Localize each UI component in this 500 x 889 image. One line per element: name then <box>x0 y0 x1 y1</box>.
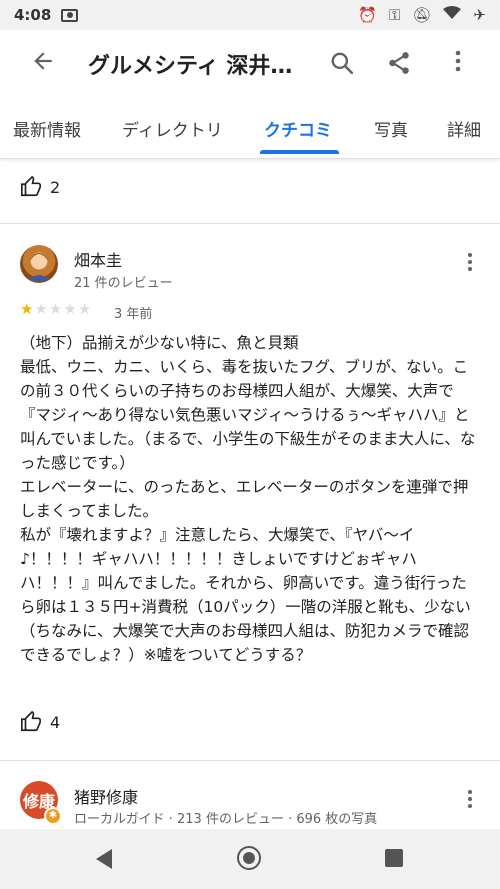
star-empty-icon: ★ <box>48 300 64 318</box>
review-more-icon[interactable] <box>464 788 476 816</box>
status-time: 4:08 <box>14 6 52 24</box>
reviewer-name[interactable]: 畑本圭 <box>74 247 122 271</box>
star-filled-icon: ★ <box>20 300 35 318</box>
local-guide-badge-icon: ✱ <box>44 807 62 825</box>
reviewer-meta: ローカルガイド · 213 件のレビュー · 696 枚の写真 <box>74 812 378 827</box>
like-count: 4 <box>50 712 61 732</box>
tab-updates[interactable]: 最新情報 <box>13 116 81 141</box>
place-title: グルメシティ 深井駅店 <box>88 54 308 79</box>
screen-record-icon <box>61 8 79 22</box>
back-arrow-icon[interactable] <box>30 48 56 79</box>
like-count: 2 <box>50 177 61 197</box>
tab-directory[interactable]: ディレクトリ <box>122 116 223 141</box>
reviewer-meta: 21 件のレビュー <box>74 276 173 291</box>
star-empty-icon: ★ <box>77 300 93 318</box>
airplane-icon: ✈ <box>473 6 486 24</box>
search-icon[interactable] <box>329 50 355 80</box>
like-button[interactable]: 2 <box>20 176 60 198</box>
nav-recents-icon[interactable] <box>385 849 403 867</box>
divider <box>0 760 500 761</box>
star-empty-icon: ★ <box>34 300 49 318</box>
tab-bar: 最新情報 ディレクトリ クチコミ 写真 詳細 <box>0 96 500 159</box>
nav-back-icon[interactable] <box>96 849 112 869</box>
more-vert-icon[interactable] <box>446 47 470 81</box>
thumb-up-icon <box>21 711 41 732</box>
avatar[interactable] <box>20 245 58 283</box>
nav-home-icon[interactable] <box>237 846 261 870</box>
share-icon[interactable] <box>386 50 412 80</box>
tab-active-indicator <box>260 150 339 154</box>
alarm-icon: ⏰ <box>358 6 377 24</box>
review-text: （地下）品揃えが少ない特に、魚と貝類 最低、ウニ、カニ、いくら、毒を抜いたフグ、… <box>20 334 476 664</box>
app-bar: グルメシティ 深井駅店 <box>0 30 500 96</box>
reviewer-name[interactable]: 猪野修康 <box>74 784 138 808</box>
star-rating: ★★★★★ <box>20 300 92 318</box>
mute-icon: 🔕︎ <box>412 6 432 24</box>
wifi-icon <box>443 6 462 24</box>
thumb-up-icon <box>21 176 41 197</box>
tab-reviews[interactable]: クチコミ <box>264 116 332 141</box>
review-date: 3 年前 <box>114 307 153 322</box>
tab-photos[interactable]: 写真 <box>374 116 408 141</box>
tab-details[interactable]: 詳細 <box>447 116 481 141</box>
status-bar: 4:08 ⏰ ⚿ 🔕︎ ✈ <box>0 0 500 30</box>
system-nav-bar <box>0 829 500 889</box>
key-icon: ⚿ <box>388 6 401 24</box>
divider <box>0 223 500 224</box>
star-empty-icon: ★ <box>63 300 78 318</box>
status-icons: ⏰ ⚿ 🔕︎ ✈ <box>358 6 486 24</box>
like-button[interactable]: 4 <box>20 711 60 733</box>
review-more-icon[interactable] <box>464 251 476 279</box>
